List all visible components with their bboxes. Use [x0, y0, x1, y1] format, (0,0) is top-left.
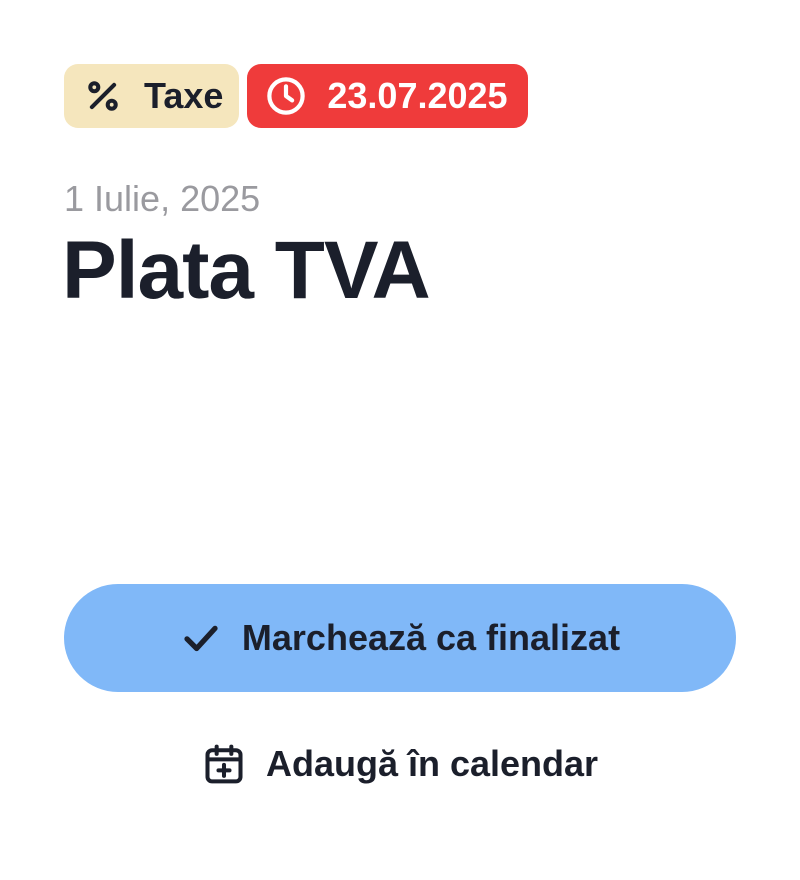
- percent-icon: [84, 77, 122, 115]
- calendar-plus-icon: [202, 742, 246, 786]
- mark-complete-label: Marchează ca finalizat: [241, 617, 621, 658]
- deadline-badge: 23.07.2025: [247, 64, 528, 128]
- mark-complete-button[interactable]: Marchează ca finalizat: [64, 584, 736, 692]
- task-card: Taxe 23.07.2025 1 Iulie, 2025 Plata TVA …: [0, 0, 800, 880]
- badge-row: Taxe 23.07.2025: [64, 64, 528, 128]
- task-date: 1 Iulie, 2025: [64, 178, 261, 219]
- task-title: Plata TVA: [62, 225, 431, 316]
- check-icon: [180, 617, 222, 659]
- category-badge-label: Taxe: [144, 75, 224, 116]
- add-to-calendar-label: Adaugă în calendar: [265, 743, 599, 784]
- deadline-badge-label: 23.07.2025: [327, 75, 508, 116]
- add-to-calendar-button[interactable]: Adaugă în calendar: [0, 734, 800, 794]
- clock-icon: [265, 75, 307, 117]
- category-badge: Taxe: [64, 64, 240, 128]
